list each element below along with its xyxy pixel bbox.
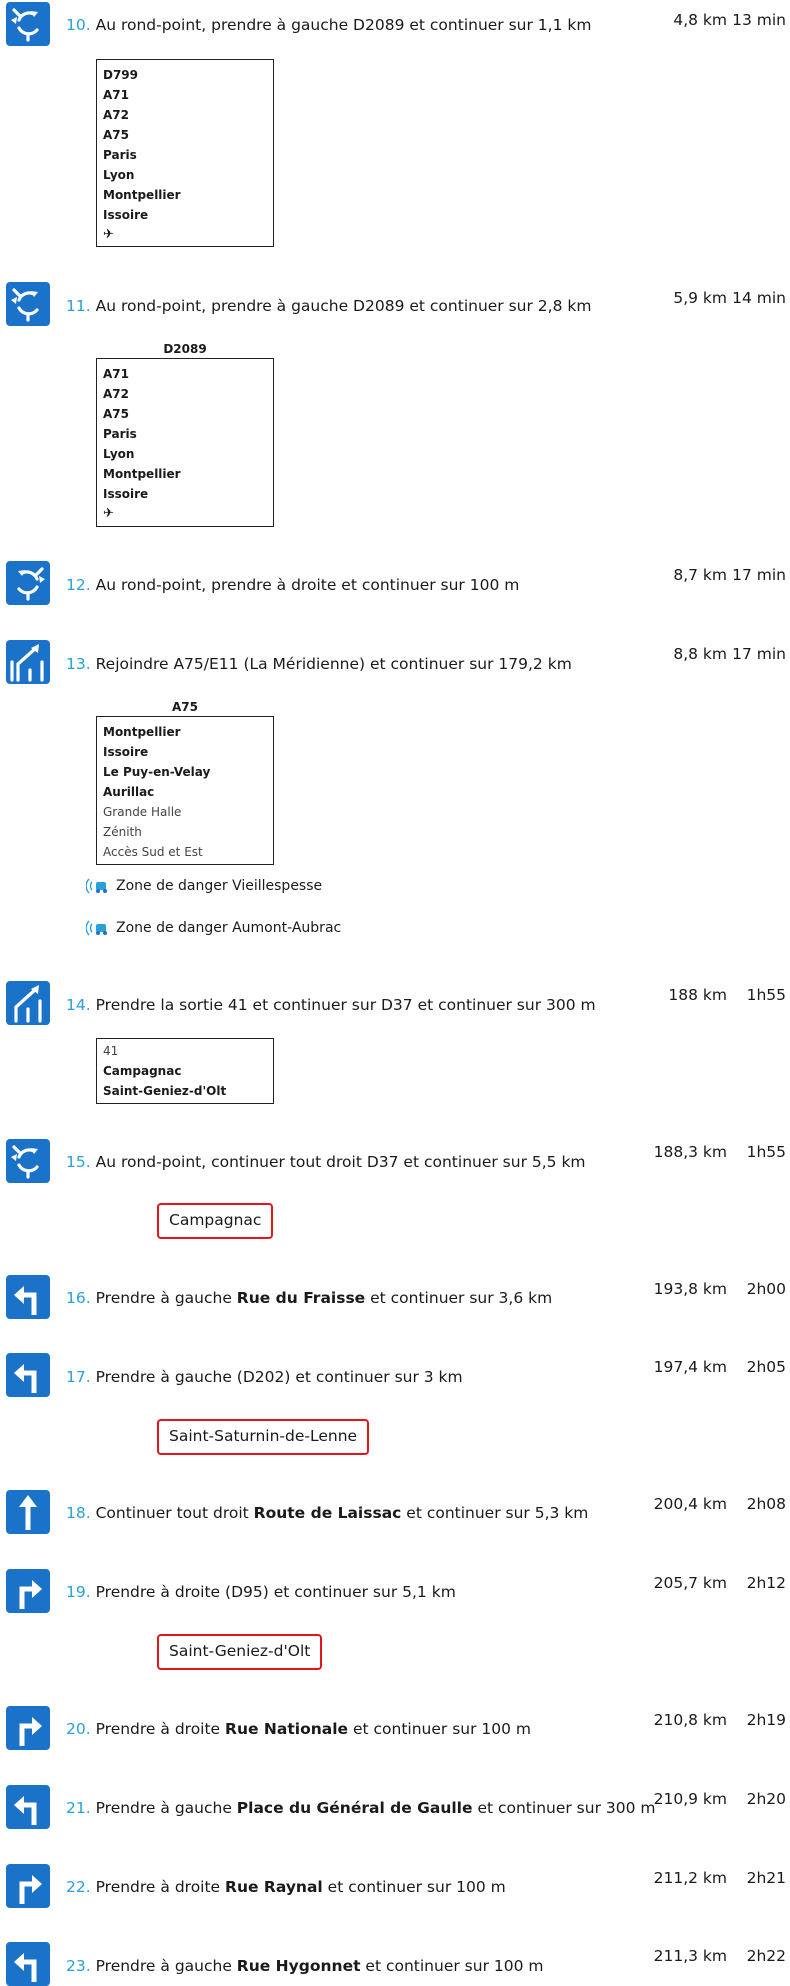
step-instruction: 23. Prendre à gauche Rue Hygonnet et con… (66, 1957, 544, 1975)
step-time: 2h20 (746, 1790, 786, 1808)
panel-line: D799 (103, 68, 139, 82)
panel-line: Le Puy-en-Velay (103, 765, 211, 779)
merge-icon (6, 640, 50, 684)
step-time: 13 min (732, 11, 786, 29)
danger-zone-icon (85, 876, 112, 896)
turn-right-icon (6, 1706, 50, 1750)
step-time: 2h05 (746, 1358, 786, 1376)
turn-left-icon (6, 1353, 50, 1397)
step-distance: 210,9 km (653, 1790, 727, 1808)
exit-icon (6, 981, 50, 1025)
step-time: 2h21 (746, 1869, 786, 1887)
panel-heading: D2089 (163, 342, 207, 356)
panel-line: Montpellier (103, 725, 181, 739)
step-distance: 197,4 km (653, 1358, 727, 1376)
panel-line: Issoire (103, 208, 149, 222)
panel-line: Paris (103, 148, 137, 162)
danger-zone-label: Zone de danger Vieillespesse (116, 878, 323, 894)
panel-line: A75 (103, 128, 129, 142)
step-instruction: 21. Prendre à gauche Place du Général de… (66, 1799, 656, 1817)
panel-line: 41 (103, 1044, 119, 1058)
panel-line: A75 (103, 407, 129, 421)
step-instruction: 19. Prendre à droite (D95) et continuer … (66, 1583, 456, 1601)
step-distance: 193,8 km (653, 1280, 727, 1298)
panel-line: Montpellier (103, 467, 181, 481)
step-instruction: 18. Continuer tout droit Route de Laissa… (66, 1504, 589, 1522)
step-distance: 211,2 km (653, 1869, 727, 1887)
step-time: 2h00 (746, 1280, 786, 1298)
step-time: 2h08 (746, 1495, 786, 1513)
panel-line: Montpellier (103, 188, 181, 202)
roundabout-icon (6, 1139, 50, 1183)
step-distance: 200,4 km (653, 1495, 727, 1513)
danger-zone: Zone de danger Vieillespesse (85, 876, 323, 896)
panel-line: Accès Sud et Est (103, 845, 203, 859)
roundabout-icon (6, 2, 50, 46)
direction-panel: D799 A71 A72 A75 Paris Lyon Montpellier … (96, 59, 274, 247)
step-distance: 5,9 km (673, 289, 727, 307)
step-instruction: 12. Au rond-point, prendre à droite et c… (66, 576, 520, 594)
step-instruction: 14. Prendre la sortie 41 et continuer su… (66, 996, 596, 1014)
panel-line: Paris (103, 427, 137, 441)
panel-line: A71 (103, 88, 129, 102)
panel-line: Lyon (103, 168, 135, 182)
step-time: 17 min (732, 566, 786, 584)
panel-line: A72 (103, 108, 129, 122)
town-sign: Saint-Geniez-d'Olt (157, 1634, 323, 1670)
panel-line: Zénith (103, 825, 142, 839)
turn-left-icon (6, 1785, 50, 1829)
panel-line: Campagnac (103, 1064, 182, 1078)
turn-right-icon (6, 1569, 50, 1613)
step-time: 2h19 (746, 1711, 786, 1729)
turn-left-icon (6, 1942, 50, 1986)
turn-right-icon (6, 1864, 50, 1908)
step-time: 1h55 (746, 1143, 786, 1161)
town-sign: Campagnac (157, 1203, 274, 1239)
panel-heading: A75 (172, 700, 198, 714)
roundabout-icon (6, 561, 50, 605)
step-distance: 8,7 km (673, 566, 727, 584)
panel-line: Grande Halle (103, 805, 182, 819)
step-instruction: 20. Prendre à droite Rue Nationale et co… (66, 1720, 532, 1738)
airport-icon: ✈ (103, 227, 114, 242)
danger-zone: Zone de danger Aumont-Aubrac (85, 918, 342, 938)
turn-left-icon (6, 1275, 50, 1319)
straight-icon (6, 1490, 50, 1534)
step-instruction: 10. Au rond-point, prendre à gauche D208… (66, 16, 592, 34)
step-distance: 205,7 km (653, 1574, 727, 1592)
step-distance: 188,3 km (653, 1143, 727, 1161)
panel-line: Lyon (103, 447, 135, 461)
danger-zone-icon (85, 918, 112, 938)
panel-line: A71 (103, 367, 129, 381)
step-time: 14 min (732, 289, 786, 307)
panel-line: Aurillac (103, 785, 155, 799)
step-instruction: 11. Au rond-point, prendre à gauche D208… (66, 297, 592, 315)
step-distance: 188 km (668, 986, 727, 1004)
direction-panel: Montpellier Issoire Le Puy-en-Velay Auri… (96, 716, 274, 865)
danger-zone-label: Zone de danger Aumont-Aubrac (116, 920, 342, 936)
panel-line: A72 (103, 387, 129, 401)
step-instruction: 22. Prendre à droite Rue Raynal et conti… (66, 1878, 506, 1896)
roundabout-icon (6, 282, 50, 326)
step-time: 1h55 (746, 986, 786, 1004)
step-instruction: 15. Au rond-point, continuer tout droit … (66, 1153, 586, 1171)
step-distance: 211,3 km (653, 1947, 727, 1965)
airport-icon: ✈ (103, 506, 114, 521)
panel-line: Issoire (103, 745, 149, 759)
step-instruction: 17. Prendre à gauche (D202) et continuer… (66, 1368, 463, 1386)
step-time: 2h12 (746, 1574, 786, 1592)
step-distance: 210,8 km (653, 1711, 727, 1729)
panel-line: Issoire (103, 487, 149, 501)
step-distance: 4,8 km (673, 11, 727, 29)
panel-line: Saint-Geniez-d'Olt (103, 1084, 227, 1098)
direction-panel: A71 A72 A75 Paris Lyon Montpellier Issoi… (96, 358, 274, 527)
step-distance: 8,8 km (673, 645, 727, 663)
step-instruction: 13. Rejoindre A75/E11 (La Méridienne) et… (66, 655, 572, 673)
step-time: 17 min (732, 645, 786, 663)
step-instruction: 16. Prendre à gauche Rue du Fraisse et c… (66, 1289, 553, 1307)
step-time: 2h22 (746, 1947, 786, 1965)
town-sign: Saint-Saturnin-de-Lenne (157, 1419, 370, 1455)
direction-panel: 41 Campagnac Saint-Geniez-d'Olt (96, 1038, 274, 1104)
